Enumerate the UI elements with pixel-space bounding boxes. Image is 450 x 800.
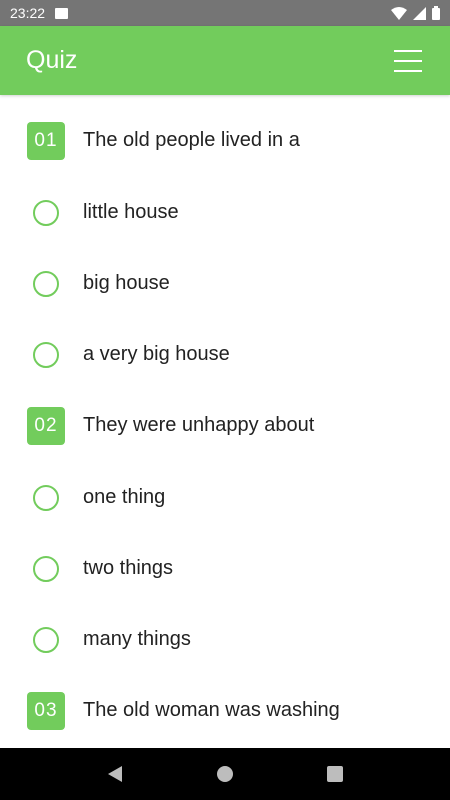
answer-label[interactable]: one thing	[83, 486, 165, 509]
answer-label[interactable]: a very big house	[83, 343, 230, 366]
image-notification-icon	[55, 7, 69, 19]
answer-label[interactable]: big house	[83, 272, 170, 295]
question-row: 02 They were unhappy about	[0, 390, 450, 461]
recents-icon[interactable]	[323, 762, 347, 786]
question-row: 03 The old woman was washing	[0, 675, 450, 746]
question-number-badge: 01	[27, 121, 65, 160]
hamburger-menu-icon[interactable]	[394, 49, 424, 72]
battery-icon	[432, 6, 440, 20]
answer-option[interactable]: two things	[0, 533, 450, 604]
radio-button[interactable]	[33, 626, 59, 653]
radio-button[interactable]	[33, 341, 59, 368]
answer-option[interactable]: big house	[0, 248, 450, 319]
radio-button[interactable]	[33, 555, 59, 582]
question-text: They were unhappy about	[83, 414, 315, 436]
back-icon[interactable]	[103, 762, 127, 786]
answer-option[interactable]: one thing	[0, 462, 450, 533]
app-title: Quiz	[26, 46, 78, 74]
answer-option[interactable]: little house	[0, 177, 450, 248]
radio-button[interactable]	[33, 199, 59, 226]
signal-icon	[413, 6, 426, 20]
question-row: 01 The old people lived in a	[0, 105, 450, 176]
wifi-icon	[391, 6, 407, 20]
system-nav-bar	[0, 748, 450, 800]
status-icons	[391, 6, 440, 20]
quiz-list: 01 The old people lived in a little hous…	[0, 95, 450, 748]
question-text: The old people lived in a	[83, 129, 300, 151]
app-bar: Quiz	[0, 26, 450, 95]
answer-label[interactable]: many things	[83, 628, 191, 651]
status-time: 23:22	[10, 5, 46, 21]
radio-button[interactable]	[33, 270, 59, 297]
radio-button[interactable]	[33, 484, 59, 511]
question-text: The old woman was washing	[83, 699, 340, 721]
answer-label[interactable]: little house	[83, 201, 179, 224]
question-number-badge: 02	[27, 406, 65, 445]
home-icon[interactable]	[213, 762, 237, 786]
answer-option[interactable]: a very big house	[0, 319, 450, 390]
question-number-badge: 03	[27, 691, 65, 730]
status-bar: 23:22	[0, 0, 450, 26]
answer-option[interactable]: many things	[0, 604, 450, 675]
answer-label[interactable]: two things	[83, 557, 173, 580]
